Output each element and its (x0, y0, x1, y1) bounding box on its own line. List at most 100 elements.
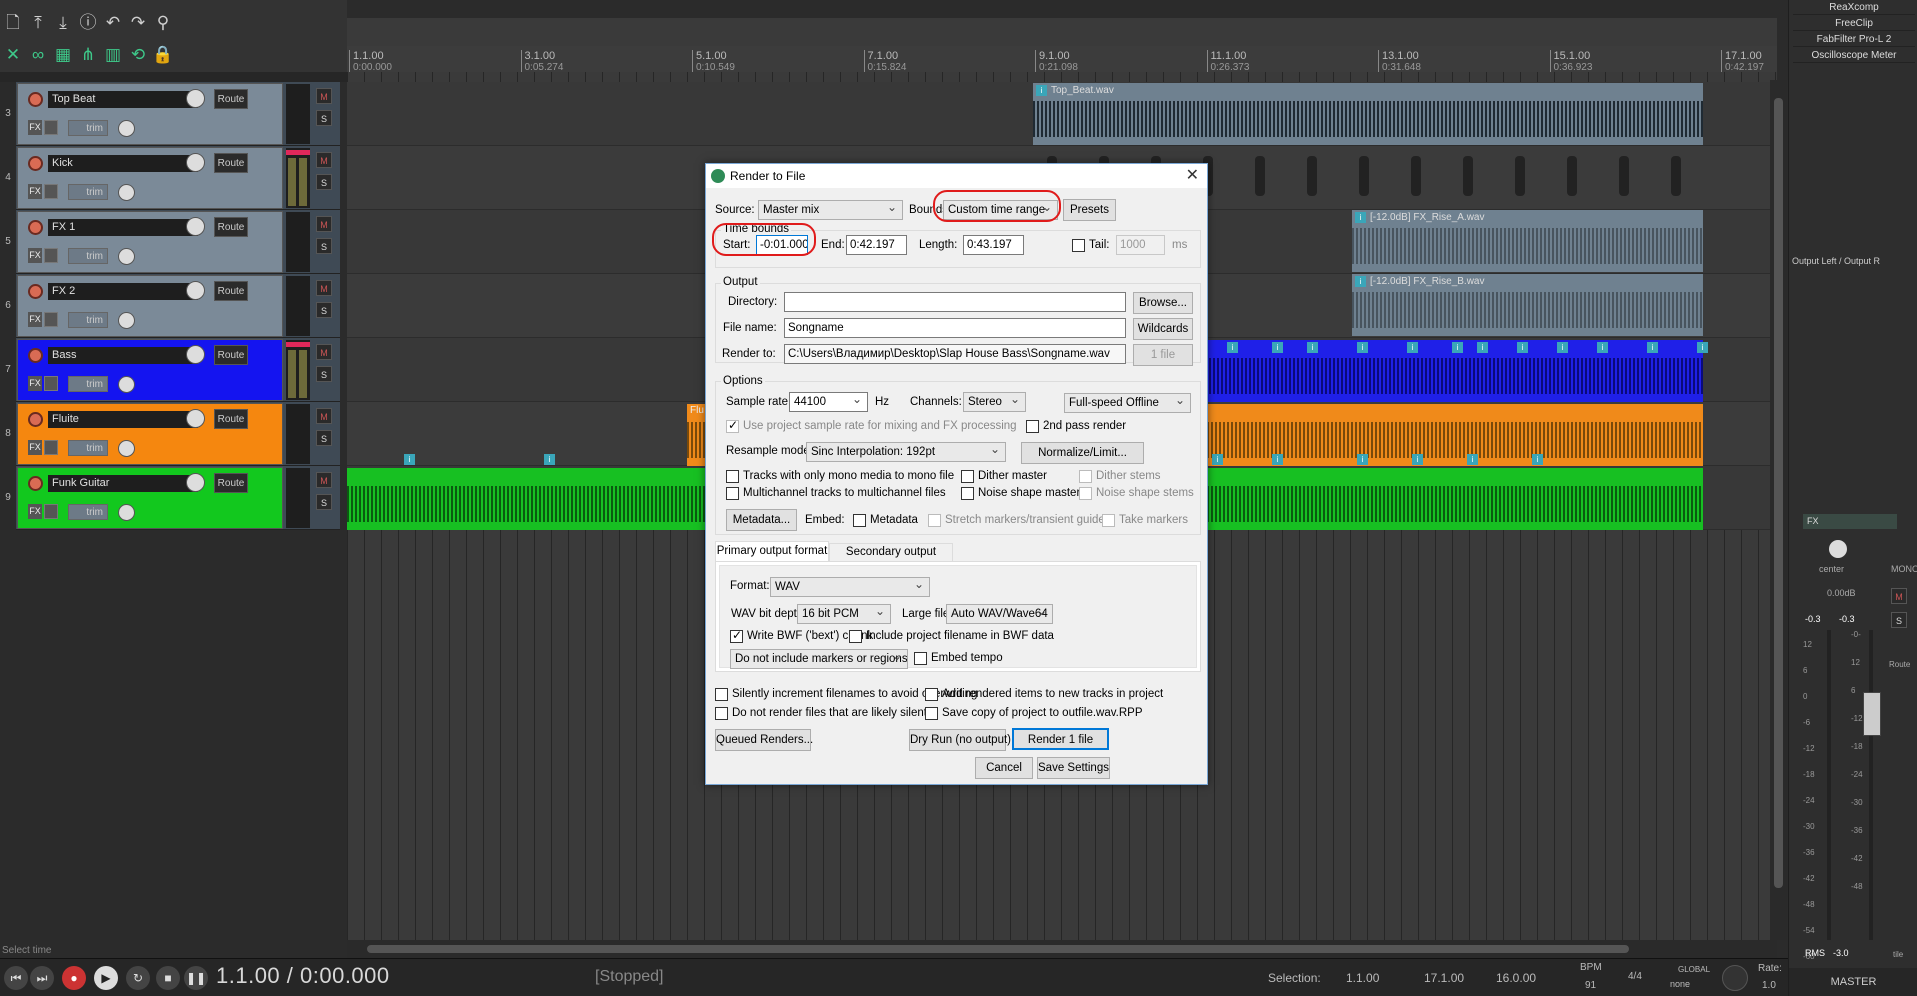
loop-icon[interactable]: ↻ (126, 966, 150, 990)
lock-icon[interactable]: 🔒 (152, 44, 174, 66)
master-fx-item[interactable]: FabFilter Pro-L 2 (1793, 32, 1915, 47)
fx-button[interactable]: FX (28, 440, 42, 455)
master-fx-item[interactable]: Oscilloscope Meter (1793, 48, 1915, 63)
fx-button[interactable]: FX (28, 120, 42, 135)
track-pan-knob[interactable] (118, 440, 135, 457)
track-panel[interactable]: Fluite Route FX trim (17, 403, 283, 465)
take-markers-checkbox[interactable] (1102, 514, 1115, 527)
mute-button[interactable]: M (316, 344, 332, 360)
track-header[interactable]: 4 Kick Route FX trim M S (0, 146, 340, 210)
solo-button[interactable]: S (316, 238, 332, 254)
item-info-icon[interactable]: i (1517, 342, 1528, 353)
track-panel[interactable]: Bass Route FX trim (17, 339, 283, 401)
metadata-button[interactable]: Metadata... (726, 509, 797, 531)
track-header[interactable]: 3 Top Beat Route FX trim M S (0, 82, 340, 146)
master-mute-button[interactable]: M (1891, 588, 1907, 604)
metronome-icon[interactable]: ⚲ (152, 12, 174, 34)
item-fx-rise-a[interactable]: i [-12.0dB] FX_Rise_A.wav (1352, 210, 1703, 272)
item-info-icon[interactable]: i (1697, 342, 1708, 353)
save-copy-checkbox[interactable] (925, 707, 938, 720)
redo-icon[interactable]: ↷ (127, 12, 149, 34)
ripple-icon[interactable]: ✕ (2, 44, 24, 66)
stop-icon[interactable]: ■ (156, 966, 180, 990)
presets-button[interactable]: Presets (1063, 199, 1116, 221)
vscroll-thumb[interactable] (1774, 98, 1783, 888)
fx-button[interactable]: FX (28, 376, 42, 391)
save-down-icon[interactable]: ⤒ (27, 12, 49, 34)
save-settings-button[interactable]: Save Settings (1037, 757, 1110, 779)
item-info-icon[interactable]: i (1532, 454, 1543, 465)
mute-button[interactable]: M (316, 88, 332, 104)
track-panel[interactable]: Funk Guitar Route FX trim (17, 467, 283, 529)
hscroll-thumb[interactable] (367, 945, 1629, 953)
track-power-icon[interactable] (28, 284, 43, 299)
item-info-icon[interactable]: i (1452, 342, 1463, 353)
info-icon[interactable]: ⓘ (77, 12, 99, 34)
route-button[interactable]: Route (214, 89, 248, 109)
trim-button[interactable]: trim (68, 504, 108, 520)
item-info-icon[interactable]: i (1355, 276, 1366, 287)
item-info-icon[interactable]: i (1357, 342, 1368, 353)
trim-button[interactable]: trim (68, 184, 108, 200)
item-fx-rise-b[interactable]: i [-12.0dB] FX_Rise_B.wav (1352, 274, 1703, 336)
item-info-icon[interactable]: i (1412, 454, 1423, 465)
track-name[interactable]: FX 1 (48, 219, 198, 236)
bwf-checkbox[interactable] (730, 628, 743, 643)
item-info-icon[interactable]: i (1407, 342, 1418, 353)
track-power-icon[interactable] (28, 476, 43, 491)
normalize-limit-button[interactable]: Normalize/Limit... (1021, 442, 1144, 464)
channels-select[interactable]: Stereo (963, 392, 1026, 412)
ruler-mark[interactable]: 9.1.00 0:21.098 (1035, 50, 1078, 74)
filename-input[interactable]: Songname (784, 318, 1126, 338)
go-to-end-icon[interactable]: ⏭ (30, 966, 54, 990)
route-button[interactable]: Route (214, 345, 248, 365)
selection-end[interactable]: 17.1.00 (1424, 971, 1464, 985)
dither-stems-checkbox[interactable] (1079, 470, 1092, 483)
bit-depth-select[interactable]: 16 bit PCM (797, 604, 891, 624)
ruler-mark[interactable]: 13.1.00 0:31.648 (1378, 50, 1421, 74)
track-pan-knob[interactable] (118, 120, 135, 137)
item-info-icon[interactable]: i (1357, 454, 1368, 465)
track-power-icon[interactable] (28, 412, 43, 427)
ruler-mark[interactable]: 1.1.00 0:00.000 (349, 50, 392, 74)
queued-renders-button[interactable]: Queued Renders... (715, 729, 813, 751)
item-info-icon[interactable]: i (1647, 342, 1658, 353)
mute-button[interactable]: M (316, 216, 332, 232)
tab-secondary-output[interactable]: Secondary output format (829, 543, 953, 575)
link-icon[interactable]: ∞ (27, 44, 49, 66)
item-info-icon[interactable]: i (1597, 342, 1608, 353)
play-button[interactable]: ▶ (94, 966, 118, 990)
pause-icon[interactable]: ❚❚ (184, 966, 208, 990)
track-name[interactable]: Bass (48, 347, 198, 364)
io-icon[interactable] (44, 120, 58, 135)
solo-button[interactable]: S (316, 302, 332, 318)
cancel-button[interactable]: Cancel (975, 757, 1033, 779)
noise-stems-checkbox[interactable] (1079, 487, 1092, 500)
master-fx-item[interactable]: FreeClip (1793, 16, 1915, 31)
grid-icon[interactable]: ▦ (52, 44, 74, 66)
track-volume-knob[interactable] (186, 153, 205, 172)
format-select[interactable]: WAV (770, 577, 930, 597)
horizontal-scrollbar[interactable] (347, 940, 1777, 958)
track-header[interactable]: 8 Fluite Route FX trim M S (0, 402, 340, 466)
track-name[interactable]: Top Beat (48, 91, 198, 108)
route-button[interactable]: Route (214, 217, 248, 237)
fx-button[interactable]: FX (28, 184, 42, 199)
new-file-icon[interactable]: 🗋 (2, 12, 24, 34)
item-info-icon[interactable]: i (1036, 85, 1047, 96)
track-power-icon[interactable] (28, 348, 43, 363)
stretch-markers-checkbox[interactable] (928, 514, 941, 527)
io-icon[interactable] (44, 376, 58, 391)
embed-metadata-checkbox[interactable] (853, 514, 866, 527)
route-button[interactable]: Route (214, 409, 248, 429)
item-info-icon[interactable]: i (1307, 342, 1318, 353)
track-pan-knob[interactable] (118, 504, 135, 521)
track-panel[interactable]: FX 2 Route FX trim (17, 275, 283, 337)
track-name[interactable]: FX 2 (48, 283, 198, 300)
item-info-icon[interactable]: i (1272, 342, 1283, 353)
large-files-select[interactable]: Auto WAV/Wave64 (946, 604, 1053, 624)
render-speed-select[interactable]: Full-speed Offline (1064, 393, 1191, 413)
ruler-mark[interactable]: 3.1.00 0:05.274 (520, 50, 563, 74)
markers-select[interactable]: Do not include markers or regions (730, 649, 908, 669)
go-to-start-icon[interactable]: ⏮ (4, 966, 28, 990)
